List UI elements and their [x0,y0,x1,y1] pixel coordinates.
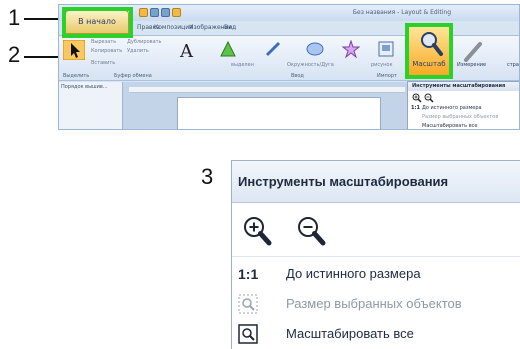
input-circles-label[interactable]: Окружность/Дуга [287,62,334,68]
actual-size-key: 1:1 [411,105,420,111]
redo-icon[interactable] [161,8,170,17]
menu-item-zoom-selection: Размер выбранных объектов [232,289,520,319]
cut-label[interactable]: Вырезать [91,39,116,45]
text-tool-icon[interactable]: A [179,40,195,60]
zoom-out-icon[interactable] [424,93,434,103]
save-icon[interactable] [139,8,148,17]
highlight-frame-home-tab [62,7,133,38]
zoom-dropdown-small-icons [408,91,519,104]
fit-all-label: Масштабировать все [286,326,414,341]
zoom-dropdown-small-selection: Размер выбранных объектов [408,113,519,122]
menu-item-fit-all[interactable]: Масштабировать все [232,319,520,349]
input-shapes-label[interactable]: выделен [231,62,254,68]
zoom-dropdown-small-fit-all[interactable]: Масштабировать все [408,122,519,129]
group-select-label: Выделить [63,73,90,79]
delete-label[interactable]: Удалить [127,48,149,54]
zoom-tools-icon-row [232,203,520,257]
zoom-in-icon[interactable] [412,93,422,103]
zoom-dropdown-small-actual-size[interactable]: 1:1 До истинного размера [408,104,519,113]
menu-item-actual-size[interactable]: 1:1 До истинного размера [232,259,520,289]
selection-size-label: Размер выбранных объектов [286,296,462,311]
actual-size-label: До истинного размера [422,105,482,111]
stitch-order-panel: Порядок вышив... [59,82,123,129]
selection-size-label: Размер выбранных объектов [422,114,499,120]
group-import-label: Импорт [377,73,397,79]
fit-all-label: Масштабировать все [422,123,478,129]
ribbon-right-edge-label: стра [507,62,519,68]
zoom-dropdown-small-title: Инструменты масштабирования [408,82,519,91]
measure-label[interactable]: Измерение [457,62,486,68]
zoom-tools-menu: Инструменты масштабирования 1:1 До истин… [231,160,520,349]
measure-tool-icon[interactable] [462,42,484,62]
undo-icon[interactable] [150,8,159,17]
svg-text:A: A [179,41,194,60]
select-arrow-icon[interactable] [63,40,85,60]
highlight-frame-zoom-button [405,23,453,79]
copy-label[interactable]: Копировать [91,48,122,54]
quick-access-toolbar [139,8,181,17]
shape-tool-icon[interactable] [219,40,237,58]
stitch-order-panel-title: Порядок вышив... [61,84,108,90]
actual-size-label: До истинного размера [286,266,421,281]
zoom-selection-icon [238,294,258,314]
callout-number-1: 1 [8,5,21,30]
open-icon[interactable] [172,8,181,17]
zoom-in-icon[interactable] [242,215,272,247]
window-title: Без названия - Layout & Editing [352,9,451,16]
horizontal-ruler [129,87,405,93]
circle-tool-icon[interactable] [306,40,324,58]
actual-size-key: 1:1 [238,266,259,282]
zoom-out-icon[interactable] [296,215,326,247]
import-tool-icon[interactable] [377,40,395,58]
zoom-fit-all-icon [238,324,258,344]
input-drawing-label[interactable]: рисунок [371,62,392,68]
star-tool-icon[interactable] [342,40,360,58]
callout-number-2: 2 [8,42,21,67]
paste-label[interactable]: Вставить [91,60,115,66]
zoom-dropdown-small: Инструменты масштабирования 1:1 До истин… [407,81,519,129]
design-canvas[interactable] [177,97,381,129]
duplicate-label[interactable]: Дублировать [127,39,162,45]
group-input-label: Ввод [291,73,304,79]
group-clipboard-label: Буфер обмена [114,73,152,79]
callout-number-3: 3 [201,164,214,189]
app-screenshot: Без названия - Layout & Editing Правка К… [58,4,520,130]
line-tool-icon[interactable] [264,40,282,58]
zoom-tools-menu-title: Инструменты масштабирования [232,161,520,203]
